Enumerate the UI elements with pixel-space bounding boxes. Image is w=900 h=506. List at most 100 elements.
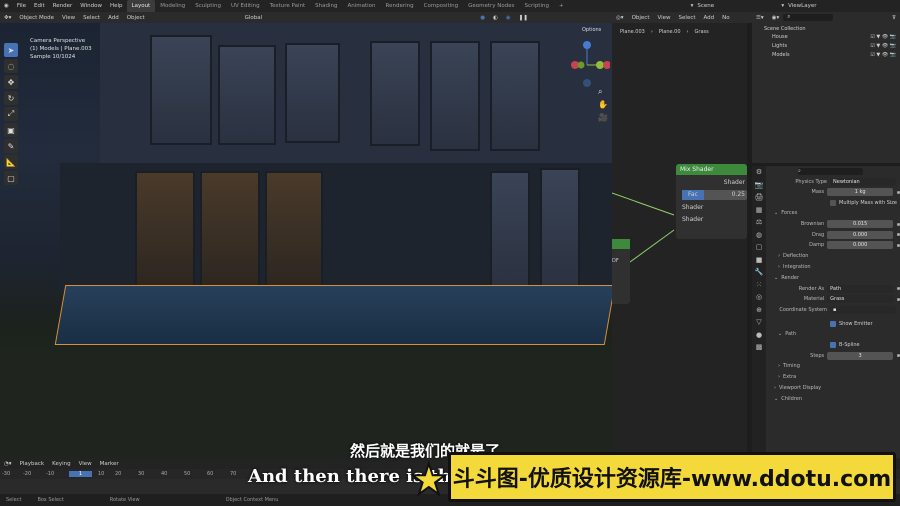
menu-render[interactable]: Render (49, 3, 77, 9)
scene-collection[interactable]: Scene Collection (752, 23, 900, 34)
constraints-tab-icon[interactable]: ⊕ (752, 304, 766, 317)
cursor-tool-icon[interactable]: ◌ (4, 59, 18, 73)
add-cube-tool-icon[interactable]: ▢ (4, 171, 18, 185)
mix-shader-title[interactable]: Mix Shader (676, 164, 747, 175)
menu-playback[interactable]: Playback (16, 461, 49, 467)
physics-tab-icon[interactable]: ◎ (752, 291, 766, 304)
pan-hand-icon[interactable]: ✋ (598, 98, 608, 111)
modifier-tab-icon[interactable]: 🔧 (752, 266, 766, 279)
tool-tab-icon[interactable]: ⚙ (752, 166, 766, 179)
tab-layout[interactable]: Layout (126, 0, 156, 12)
tab-geometry-nodes[interactable]: Geometry Nodes (463, 0, 519, 12)
gizmo-z-neg[interactable] (583, 79, 591, 87)
shader-input-1[interactable]: Shader (682, 204, 747, 211)
blender-logo-icon[interactable]: ◉ (0, 3, 13, 9)
brownian-field[interactable]: 0.015 (827, 220, 894, 228)
gizmo-y-axis[interactable] (596, 61, 604, 69)
world-tab-icon[interactable]: ◍ (752, 229, 766, 242)
outliner-type-icon[interactable]: ☰▾ (752, 15, 768, 21)
physics-type-dropdown[interactable]: Newtonian (830, 177, 896, 186)
add-workspace-button[interactable]: + (554, 0, 569, 12)
shading-solid-icon[interactable]: ● (476, 15, 489, 21)
scene-tab-icon[interactable]: ⚖ (752, 216, 766, 229)
material-tab-icon[interactable]: ● (752, 329, 766, 342)
filter-icon[interactable]: ⊽ (888, 15, 900, 21)
tab-texture-paint[interactable]: Texture Paint (265, 0, 311, 12)
forces-panel[interactable]: ⌄ Forces (768, 208, 900, 219)
drag-field[interactable]: 0.000 (827, 230, 894, 239)
menu-view-timeline[interactable]: View (75, 461, 96, 467)
transform-tool-icon[interactable]: ▣ (4, 123, 18, 137)
menu-edit[interactable]: Edit (30, 3, 49, 9)
node-menu-view[interactable]: View (653, 15, 674, 21)
menu-add[interactable]: Add (104, 15, 123, 21)
tab-shading[interactable]: Shading (310, 0, 342, 12)
gizmo-x-axis[interactable] (603, 61, 610, 69)
shading-rendered-icon[interactable]: ◉ (502, 15, 515, 21)
coordinate-system-field[interactable]: ▪ (830, 305, 896, 314)
zoom-icon[interactable]: ⌕ (598, 85, 608, 98)
node-menu-node[interactable]: No (718, 15, 733, 21)
viewport-display-panel[interactable]: › Viewport Display (768, 383, 900, 394)
outliner-item-lights[interactable]: Lights ☑ ▼ 👁 📷 (752, 43, 900, 52)
visibility-icons[interactable]: ☑ ▼ 👁 📷 (870, 34, 900, 43)
menu-file[interactable]: File (13, 3, 30, 9)
view-layer-tab-icon[interactable]: ▦ (752, 204, 766, 217)
current-frame-indicator[interactable]: 1 (69, 471, 92, 477)
mass-field[interactable]: 1 kg (827, 188, 894, 196)
node-object-selector[interactable]: Object (628, 15, 654, 21)
display-mode-icon[interactable]: ◉▾ (768, 15, 784, 21)
material-dropdown[interactable]: Grass (827, 295, 894, 303)
particles-tab-icon[interactable]: ⁙ (752, 279, 766, 292)
render-as-dropdown[interactable]: Path (827, 284, 894, 293)
path-panel[interactable]: ⌄ Path (768, 329, 900, 340)
view-layer-name[interactable]: ViewLayer (788, 3, 816, 9)
menu-window[interactable]: Window (76, 3, 106, 9)
tab-scripting[interactable]: Scripting (520, 0, 554, 12)
node-menu-select[interactable]: Select (675, 15, 700, 21)
properties-search-input[interactable]: ⌕ (798, 167, 863, 175)
extra-panel[interactable]: › Extra (768, 372, 900, 383)
gizmo-z-axis[interactable] (583, 41, 591, 49)
bsdf-node[interactable]: DF (612, 239, 630, 304)
output-tab-icon[interactable]: 🖨 (752, 191, 766, 204)
annotate-tool-icon[interactable]: ✎ (4, 139, 18, 153)
navigation-gizmo[interactable] (565, 35, 610, 90)
outliner-item-models[interactable]: Models ☑ ▼ 👁 📷 (752, 52, 900, 61)
menu-view[interactable]: View (58, 15, 79, 21)
shading-material-icon[interactable]: ◐ (489, 15, 502, 21)
select-tool-icon[interactable]: ➤ (4, 43, 18, 57)
move-tool-icon[interactable]: ✥ (4, 75, 18, 89)
scene-name[interactable]: Scene (697, 3, 777, 9)
fac-field[interactable]: Fac 0.25 (682, 190, 747, 200)
options-button[interactable]: Options (582, 27, 601, 33)
shader-input-2[interactable]: Shader (682, 216, 747, 223)
timing-panel[interactable]: › Timing (768, 361, 900, 372)
menu-marker[interactable]: Marker (96, 461, 123, 467)
children-panel[interactable]: ⌄ Children (768, 394, 900, 405)
menu-help[interactable]: Help (106, 3, 127, 9)
collection-tab-icon[interactable]: ▢ (752, 241, 766, 254)
node-menu-add[interactable]: Add (700, 15, 719, 21)
scale-tool-icon[interactable]: ⤢ (4, 107, 18, 121)
tab-modeling[interactable]: Modeling (155, 0, 190, 12)
measure-tool-icon[interactable]: 📐 (4, 155, 18, 169)
node-editor-type-icon[interactable]: ◎▾ (612, 15, 628, 21)
tab-sculpting[interactable]: Sculpting (190, 0, 226, 12)
scene-selector-icon[interactable]: ▾ (687, 3, 698, 9)
data-tab-icon[interactable]: ▽ (752, 316, 766, 329)
tab-uv-editing[interactable]: UV Editing (226, 0, 265, 12)
menu-keying[interactable]: Keying (48, 461, 74, 467)
damp-field[interactable]: 0.000 (827, 241, 894, 249)
3d-viewport[interactable]: Camera Perspective (1) Models | Plane.00… (0, 23, 612, 458)
bspline-checkbox[interactable] (830, 342, 836, 348)
timeline-type-icon[interactable]: ◔▾ (0, 461, 16, 467)
steps-field[interactable]: 3 (827, 351, 894, 360)
rotate-tool-icon[interactable]: ↻ (4, 91, 18, 105)
tab-rendering[interactable]: Rendering (381, 0, 419, 12)
multiply-mass-checkbox[interactable] (830, 199, 836, 206)
show-emitter-checkbox[interactable] (830, 320, 836, 327)
mix-shader-node[interactable]: Mix Shader Shader Fac 0.25 Shader Shader (676, 164, 747, 239)
menu-select[interactable]: Select (79, 15, 104, 21)
render-tab-icon[interactable]: 📷 (752, 179, 766, 192)
